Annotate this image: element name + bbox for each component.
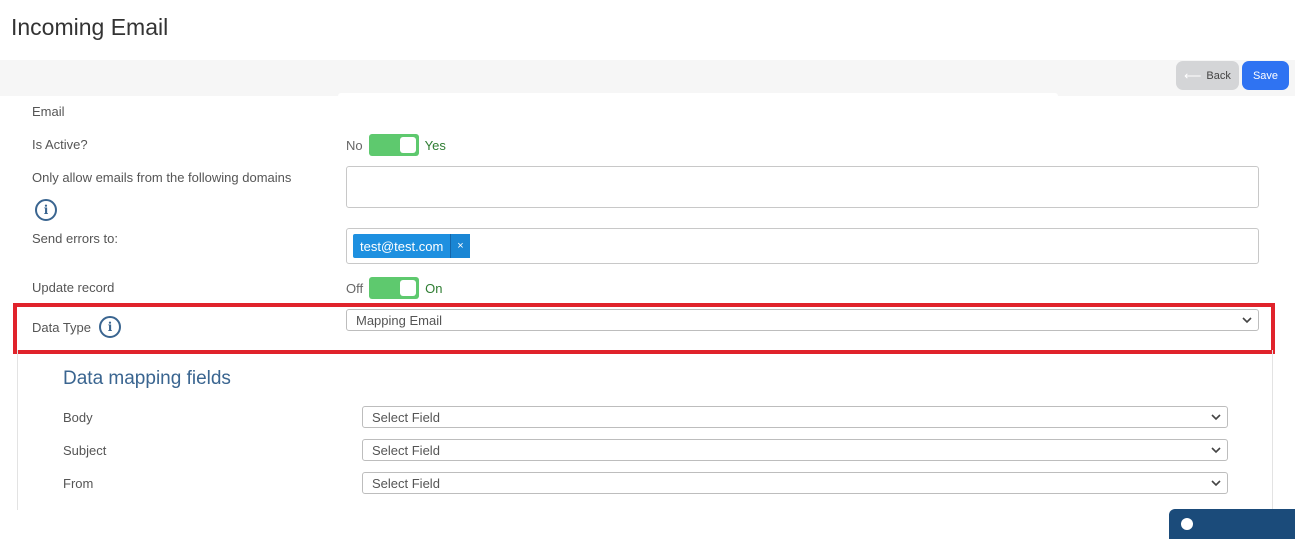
chevron-down-icon [1211,447,1221,454]
mapping-section-title: Data mapping fields [63,368,231,389]
domains-label: Only allow emails from the following dom… [32,170,292,185]
is-active-off-label: No [346,137,363,153]
chevron-down-icon [1211,480,1221,487]
update-record-toggle-row: Off On [346,277,442,299]
body-field-label: Body [63,410,93,425]
chevron-down-icon [1211,414,1221,421]
chat-icon [1181,518,1193,530]
subject-field-select[interactable]: Select Field [362,439,1228,461]
update-record-label: Update record [32,280,115,295]
from-field-label: From [63,476,94,491]
is-active-on-label: Yes [424,137,446,153]
back-button-label: Back [1206,69,1231,82]
is-active-toggle-row: No Yes [346,134,446,156]
body-field-value: Select Field [372,409,440,425]
save-button[interactable]: Save [1242,61,1289,90]
email-tag-text: test@test.com [360,238,444,254]
highlight-annotation [13,303,1275,354]
chat-widget[interactable] [1169,509,1295,539]
arrow-left-icon: ⟵ [1184,68,1202,83]
back-button[interactable]: ⟵ Back [1176,61,1239,90]
update-record-off-label: Off [346,280,364,296]
email-tag: test@test.com × [353,234,470,258]
toggle-knob [400,280,417,296]
from-field-value: Select Field [372,475,440,491]
divider [338,93,1058,101]
is-active-label: Is Active? [32,137,88,152]
update-record-on-label: On [425,280,443,296]
info-icon[interactable]: i [35,199,57,221]
toggle-knob [399,137,416,153]
toolbar [0,60,1295,96]
remove-tag-icon[interactable]: × [450,234,470,258]
update-record-toggle[interactable] [369,277,420,299]
subject-field-label: Subject [63,443,107,458]
send-errors-input[interactable]: test@test.com × [346,228,1259,264]
subject-field-value: Select Field [372,442,440,458]
is-active-toggle[interactable] [368,134,419,156]
send-errors-label: Send errors to: [32,231,118,246]
body-field-select[interactable]: Select Field [362,406,1228,428]
page-title: Incoming Email [11,14,169,40]
from-field-select[interactable]: Select Field [362,472,1228,494]
domains-textarea[interactable] [346,166,1259,208]
email-label: Email [32,104,65,119]
